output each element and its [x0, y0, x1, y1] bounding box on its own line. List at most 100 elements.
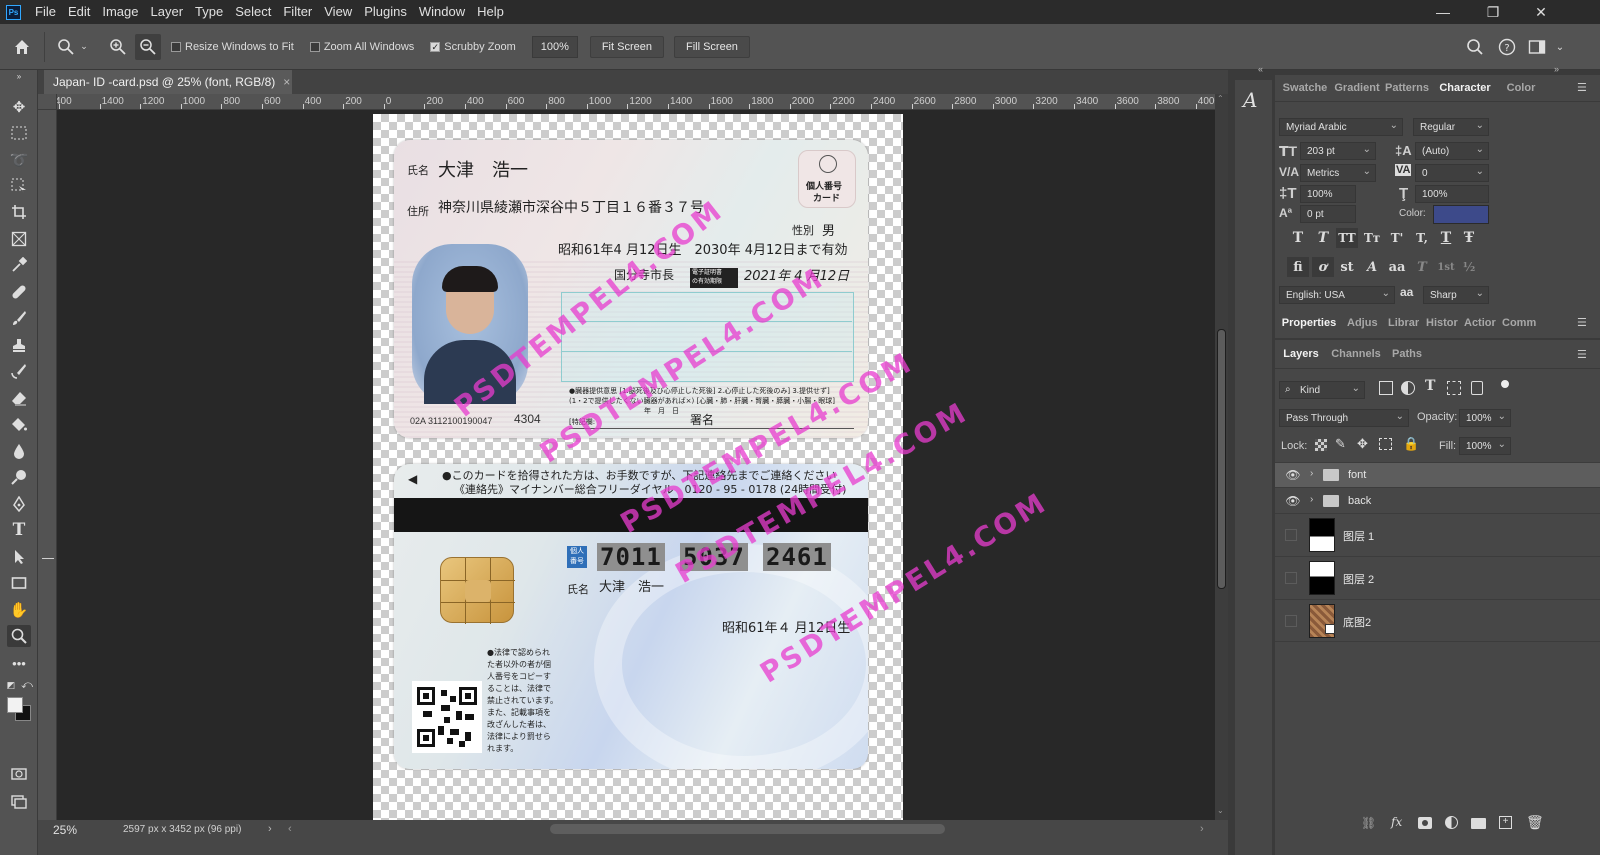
anti-aliasing-select[interactable]: Sharp ⌄ — [1423, 286, 1489, 304]
document-canvas[interactable]: 氏名 大津 浩一 住所 神奈川県綾瀬市深谷中５丁目１６番３７号 個人番号 カード… — [373, 114, 1053, 820]
titling-alternates-icon[interactable]: T — [1411, 257, 1433, 277]
fractions-icon[interactable]: ½ — [1458, 257, 1480, 277]
zoom-in-icon[interactable] — [105, 34, 131, 60]
strikethrough-icon[interactable]: Ŧ — [1458, 228, 1480, 248]
tab-history[interactable]: Histor — [1426, 308, 1460, 338]
blend-mode-select[interactable]: Pass Through ⌄ — [1279, 409, 1409, 427]
layers-menu-icon[interactable]: ☰ — [1577, 348, 1587, 361]
default-colors-icon[interactable]: ◩ — [4, 678, 18, 692]
filter-shape-icon[interactable] — [1447, 381, 1461, 395]
home-icon[interactable] — [0, 24, 44, 70]
expand-chevron-icon[interactable]: › — [1310, 468, 1313, 479]
panel-menu-icon[interactable]: ☰ — [1577, 81, 1587, 94]
underline-icon[interactable]: T — [1435, 228, 1457, 248]
menu-window[interactable]: Window — [413, 0, 471, 24]
new-layer-icon[interactable]: + — [1499, 816, 1512, 829]
zoom-tool-icon[interactable] — [7, 625, 31, 647]
search-icon[interactable] — [1464, 36, 1486, 58]
standard-ligatures-icon[interactable]: fi — [1287, 257, 1309, 277]
ordinals-icon[interactable]: 1st — [1435, 257, 1457, 277]
superscript-icon[interactable]: T' — [1386, 228, 1408, 248]
font-style-select[interactable]: Regular ⌄ — [1413, 118, 1489, 136]
scrubby-zoom-checkbox[interactable]: ✓ Scrubby Zoom — [430, 41, 516, 53]
filter-toggle-icon[interactable] — [1501, 380, 1509, 388]
menu-image[interactable]: Image — [96, 0, 144, 24]
menu-filter[interactable]: Filter — [277, 0, 318, 24]
lock-position-icon[interactable]: ✥ — [1357, 436, 1368, 452]
font-family-select[interactable]: Myriad Arabic ⌄ — [1279, 118, 1403, 136]
link-layers-icon[interactable]: ⛓ — [1361, 816, 1376, 830]
visibility-toggle[interactable] — [1285, 572, 1297, 584]
more-tools-icon[interactable]: ••• — [7, 652, 31, 674]
healing-brush-tool-icon[interactable] — [7, 281, 31, 303]
filter-adjustment-icon[interactable] — [1401, 381, 1415, 395]
help-icon[interactable]: ? — [1496, 36, 1518, 58]
quick-mask-icon[interactable] — [7, 763, 31, 785]
resize-windows-checkbox[interactable]: Resize Windows to Fit — [171, 41, 294, 53]
fill-field[interactable]: 100% ⌄ — [1459, 437, 1511, 455]
screen-mode-icon[interactable] — [7, 790, 31, 812]
rectangle-tool-icon[interactable] — [7, 572, 31, 594]
menu-view[interactable]: View — [318, 0, 358, 24]
vertical-scale-field[interactable]: 100% — [1300, 185, 1356, 203]
opacity-field[interactable]: 100% ⌄ — [1459, 409, 1511, 427]
layer-row[interactable]: 图层 1 — [1275, 513, 1600, 556]
status-menu-chevron-icon[interactable]: › — [268, 823, 272, 835]
pen-tool-icon[interactable] — [7, 493, 31, 515]
move-tool-icon[interactable]: ✥ — [7, 96, 31, 118]
visibility-toggle[interactable] — [1285, 529, 1297, 541]
menu-plugins[interactable]: Plugins — [358, 0, 413, 24]
swash-icon[interactable]: A — [1361, 257, 1383, 277]
visibility-toggle[interactable] — [1285, 615, 1297, 627]
horizontal-scale-field[interactable]: 100% — [1415, 185, 1489, 203]
menu-type[interactable]: Type — [189, 0, 229, 24]
expand-chevron-icon[interactable]: › — [1310, 494, 1313, 505]
character-panel-icon[interactable]: A — [1243, 88, 1257, 112]
filter-pixel-icon[interactable] — [1379, 381, 1393, 395]
foreground-color-swatch[interactable] — [7, 697, 23, 713]
close-window-icon[interactable]: ✕ — [1518, 0, 1564, 24]
path-selection-tool-icon[interactable] — [7, 546, 31, 568]
tab-gradients[interactable]: Gradient — [1333, 75, 1381, 101]
baseline-shift-field[interactable]: 0 pt — [1300, 205, 1356, 223]
layer-row[interactable]: 👁 › font — [1275, 462, 1600, 487]
faux-italic-icon[interactable]: T — [1312, 228, 1334, 248]
collapse-dock-icon[interactable]: » — [1554, 64, 1559, 74]
vertical-scrollbar[interactable]: ⌃ ⌄ — [1215, 94, 1228, 820]
layer-row[interactable]: 底图2 — [1275, 599, 1600, 642]
filter-type-icon[interactable]: T — [1425, 378, 1435, 394]
tab-patterns[interactable]: Patterns — [1383, 75, 1431, 101]
collapse-toolbar-icon[interactable]: » — [7, 70, 31, 82]
horizontal-scrollbar-thumb[interactable] — [550, 824, 945, 834]
paint-bucket-tool-icon[interactable] — [7, 413, 31, 435]
object-selection-tool-icon[interactable] — [7, 175, 31, 197]
tab-layers[interactable]: Layers — [1279, 340, 1323, 368]
leading-field[interactable]: (Auto) ⌄ — [1415, 142, 1489, 160]
tab-color[interactable]: Color — [1499, 75, 1543, 101]
new-adjustment-layer-icon[interactable] — [1445, 816, 1458, 829]
minimize-icon[interactable]: — — [1420, 0, 1466, 24]
language-select[interactable]: English: USA ⌄ — [1279, 286, 1395, 304]
marquee-tool-icon[interactable] — [7, 122, 31, 144]
layer-row[interactable]: 图层 2 — [1275, 556, 1600, 599]
lock-all-icon[interactable]: 🔒 — [1403, 436, 1419, 452]
workspace-icon[interactable] — [1526, 36, 1548, 58]
zoom-all-windows-checkbox[interactable]: Zoom All Windows — [309, 41, 414, 53]
scroll-right-icon[interactable]: › — [1200, 823, 1204, 835]
history-brush-tool-icon[interactable] — [7, 360, 31, 382]
all-caps-icon[interactable]: TT — [1336, 228, 1358, 248]
visibility-eye-icon[interactable]: 👁 — [1285, 468, 1301, 482]
text-color-swatch[interactable] — [1433, 205, 1489, 224]
tab-adjustments[interactable]: Adjus — [1347, 308, 1381, 338]
fill-screen-button[interactable]: Fill Screen — [673, 35, 750, 58]
blur-tool-icon[interactable] — [7, 440, 31, 462]
ruler-origin[interactable] — [38, 94, 57, 110]
eyedropper-tool-icon[interactable] — [7, 254, 31, 276]
menu-help[interactable]: Help — [471, 0, 510, 24]
tab-swatches[interactable]: Swatche — [1279, 75, 1331, 101]
zoom-out-icon[interactable] — [135, 33, 161, 60]
tab-character[interactable]: Character — [1431, 75, 1499, 101]
contextual-alternates-icon[interactable]: ơ — [1312, 257, 1334, 277]
hand-tool-icon[interactable]: ✋ — [7, 599, 31, 621]
frame-tool-icon[interactable] — [7, 228, 31, 250]
